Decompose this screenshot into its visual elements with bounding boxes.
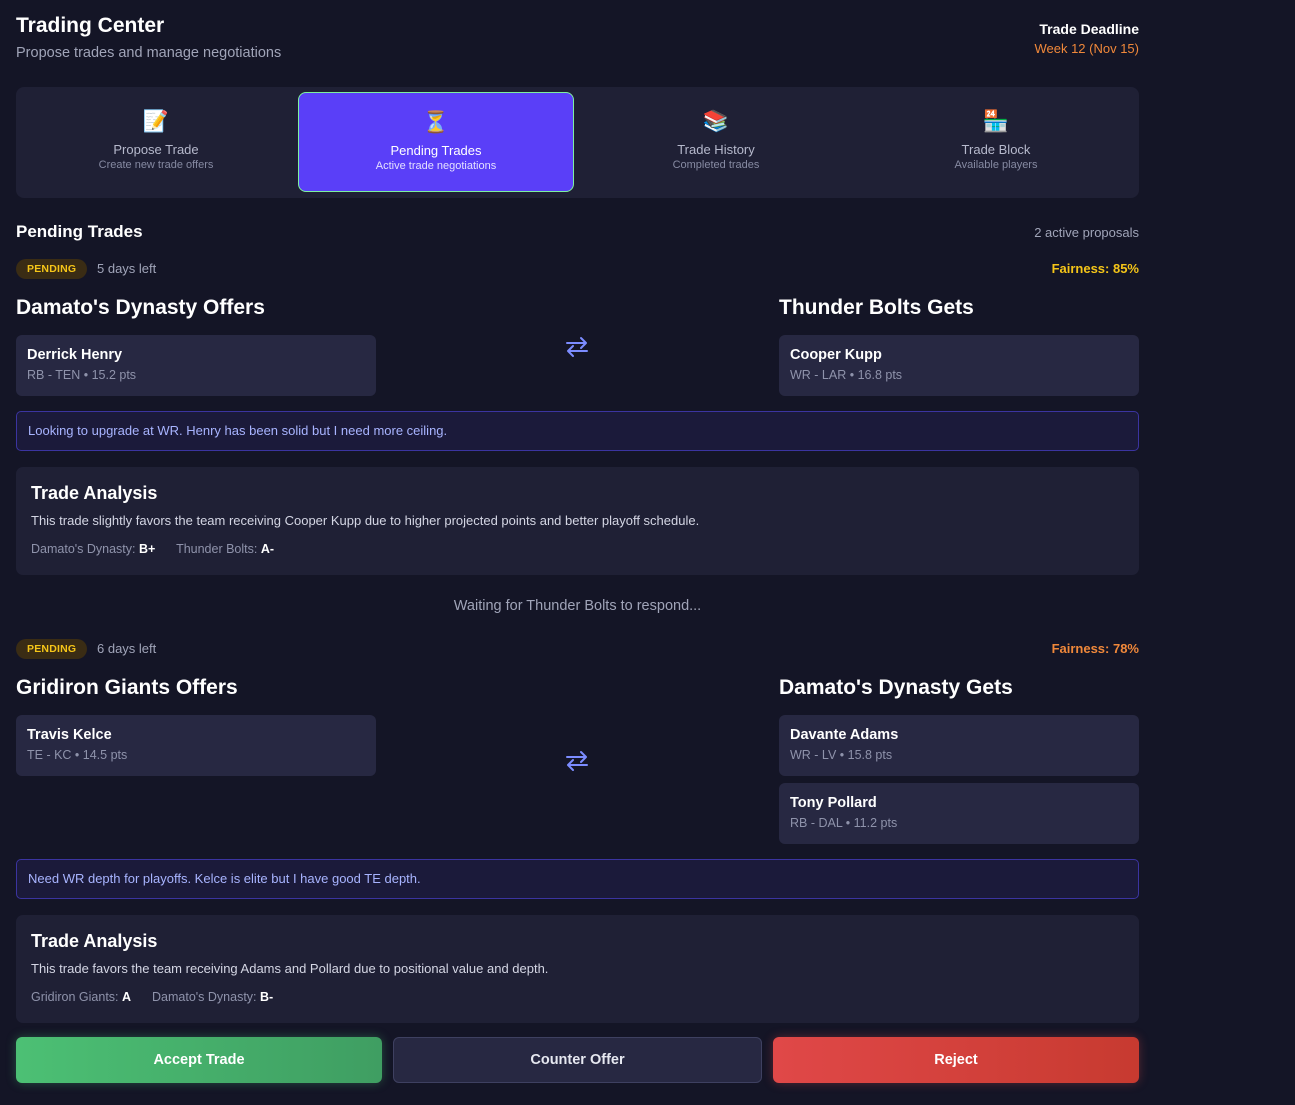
- tab-sublabel: Completed trades: [672, 159, 760, 171]
- trade-deadline: Trade Deadline Week 12 (Nov 15): [1034, 21, 1139, 56]
- player-card[interactable]: Cooper Kupp WR - LAR • 16.8 pts: [779, 335, 1139, 396]
- tab-sublabel: Active trade negotiations: [375, 160, 497, 172]
- grade-team: Damato's Dynasty:: [31, 542, 136, 556]
- trade-analysis: Trade Analysis This trade slightly favor…: [16, 467, 1139, 575]
- tab-label: Trade History: [677, 142, 755, 157]
- grade-value: A-: [260, 542, 275, 556]
- trade-status-row: PENDING 6 days left Fairness: 78%: [16, 639, 1139, 661]
- fairness-score: Fairness: 85%: [1051, 261, 1139, 276]
- tab-label: Pending Trades: [390, 143, 482, 158]
- player-name: Travis Kelce: [27, 727, 112, 743]
- trade-proposal-2: PENDING 6 days left Fairness: 78% Gridir…: [16, 639, 1139, 1029]
- deadline-value: Week 12 (Nov 15): [1034, 41, 1139, 56]
- grade-value: A: [122, 990, 132, 1004]
- grade-team: Gridiron Giants:: [31, 990, 119, 1004]
- deadline-label: Trade Deadline: [1039, 21, 1139, 37]
- books-icon: 📚: [702, 110, 730, 133]
- player-name: Davante Adams: [790, 727, 899, 743]
- status-badge: PENDING: [16, 259, 88, 279]
- tab-pending-trades[interactable]: ⏳ Pending Trades Active trade negotiatio…: [298, 92, 574, 192]
- tab-label: Trade Block: [961, 142, 1031, 157]
- store-icon: 🏪: [982, 110, 1010, 133]
- player-name: Derrick Henry: [27, 347, 123, 363]
- page-subtitle: Propose trades and manage negotiations: [16, 45, 282, 61]
- days-left: 6 days left: [97, 641, 157, 656]
- grade-team: Thunder Bolts:: [176, 542, 258, 556]
- counter-offer-button[interactable]: Counter Offer: [393, 1037, 762, 1083]
- receiving-team-heading: Damato's Dynasty Gets: [779, 676, 1013, 699]
- reject-button[interactable]: Reject: [773, 1037, 1139, 1083]
- grade-value: B+: [139, 542, 156, 556]
- section-title: Pending Trades: [16, 222, 143, 241]
- tab-label: Propose Trade: [113, 142, 199, 157]
- tab-sublabel: Create new trade offers: [98, 159, 214, 171]
- trade-grades: Damato's Dynasty: B+ Thunder Bolts: A-: [31, 542, 1124, 556]
- swap-icon: [566, 337, 588, 357]
- accept-trade-button[interactable]: Accept Trade: [16, 1037, 382, 1083]
- trade-message: Need WR depth for playoffs. Kelce is eli…: [16, 859, 1139, 899]
- status-badge: PENDING: [16, 639, 88, 659]
- offering-team-heading: Damato's Dynasty Offers: [16, 296, 265, 319]
- swap-icon: [566, 751, 588, 771]
- player-card[interactable]: Travis Kelce TE - KC • 14.5 pts: [16, 715, 376, 776]
- player-card[interactable]: Derrick Henry RB - TEN • 15.2 pts: [16, 335, 376, 396]
- waiting-status: Waiting for Thunder Bolts to respond...: [453, 598, 702, 614]
- memo-icon: 📝: [142, 110, 170, 133]
- receiving-team-heading: Thunder Bolts Gets: [779, 296, 974, 319]
- analysis-text: This trade favors the team receiving Ada…: [31, 961, 549, 976]
- tab-bar: 📝 Propose Trade Create new trade offers …: [16, 87, 1139, 198]
- tab-propose-trade[interactable]: 📝 Propose Trade Create new trade offers: [18, 92, 294, 192]
- player-meta: RB - DAL • 11.2 pts: [790, 816, 898, 830]
- trade-proposal-1: PENDING 5 days left Fairness: 85% Damato…: [16, 259, 1139, 619]
- grade-value: B-: [260, 990, 274, 1004]
- tab-trade-block[interactable]: 🏪 Trade Block Available players: [858, 92, 1134, 192]
- player-meta: RB - TEN • 15.2 pts: [27, 368, 137, 382]
- hourglass-icon: ⏳: [422, 111, 450, 134]
- trade-message: Looking to upgrade at WR. Henry has been…: [16, 411, 1139, 451]
- player-name: Cooper Kupp: [790, 347, 882, 363]
- active-proposals-count: 2 active proposals: [1034, 225, 1139, 240]
- trading-center: Trading Center Propose trades and manage…: [16, 0, 1139, 1083]
- page-header: Trading Center Propose trades and manage…: [16, 0, 1139, 87]
- grade-team: Damato's Dynasty:: [152, 990, 257, 1004]
- tab-trade-history[interactable]: 📚 Trade History Completed trades: [578, 92, 854, 192]
- tab-sublabel: Available players: [954, 159, 1038, 171]
- fairness-score: Fairness: 78%: [1051, 641, 1139, 656]
- offering-team-heading: Gridiron Giants Offers: [16, 676, 238, 699]
- player-card[interactable]: Davante Adams WR - LV • 15.8 pts: [779, 715, 1139, 776]
- trade-status-row: PENDING 5 days left Fairness: 85%: [16, 259, 1139, 281]
- trade-analysis: Trade Analysis This trade favors the tea…: [16, 915, 1139, 1023]
- player-card[interactable]: Tony Pollard RB - DAL • 11.2 pts: [779, 783, 1139, 844]
- trade-actions: Accept Trade Counter Offer Reject: [16, 1037, 1139, 1083]
- days-left: 5 days left: [97, 261, 157, 276]
- trade-grades: Gridiron Giants: A Damato's Dynasty: B-: [31, 990, 1124, 1004]
- player-name: Tony Pollard: [790, 795, 877, 811]
- player-meta: TE - KC • 14.5 pts: [27, 748, 128, 762]
- page-title: Trading Center: [16, 14, 165, 37]
- analysis-title: Trade Analysis: [31, 483, 158, 503]
- analysis-text: This trade slightly favors the team rece…: [31, 513, 700, 528]
- player-meta: WR - LAR • 16.8 pts: [790, 368, 903, 382]
- analysis-title: Trade Analysis: [31, 931, 158, 951]
- player-meta: WR - LV • 15.8 pts: [790, 748, 893, 762]
